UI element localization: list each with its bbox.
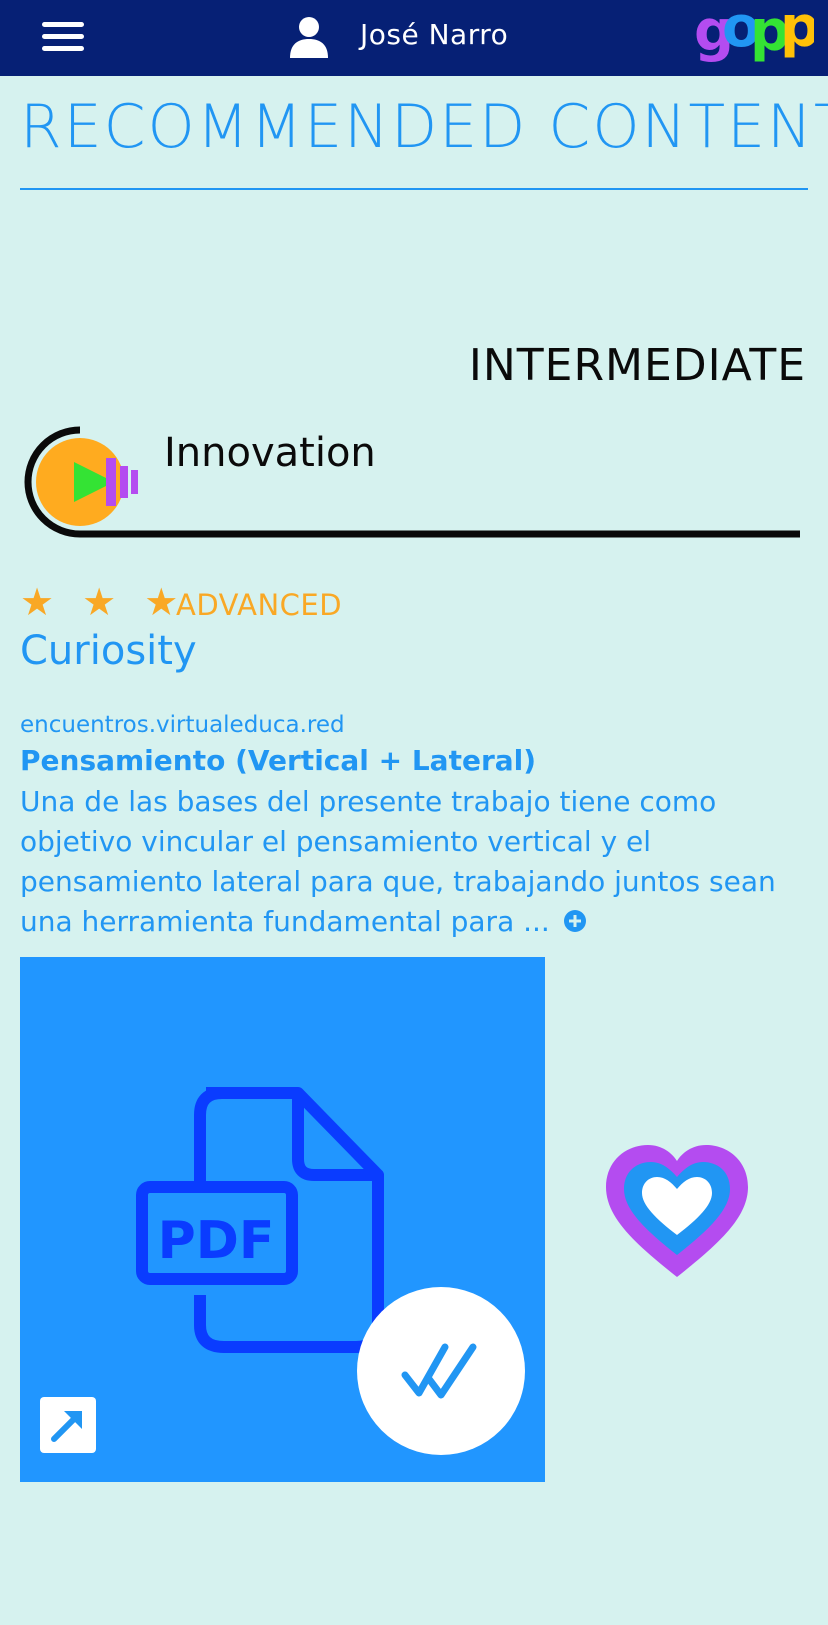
pdf-label: PDF [158, 1211, 275, 1271]
external-link-icon[interactable] [40, 1397, 96, 1453]
svg-text:p: p [780, 4, 814, 60]
content-source[interactable]: encuentros.virtualeduca.red [20, 712, 345, 738]
app-logo[interactable]: g o p p [694, 4, 814, 70]
description-text: Una de las bases del presente trabajo ti… [20, 785, 776, 938]
pdf-file-icon: PDF [136, 1087, 384, 1353]
sub-skill-name: Curiosity [20, 628, 197, 674]
skill-level-label: INTERMEDIATE [468, 340, 806, 391]
top-navigation-bar: José Narro g o p p [0, 0, 828, 76]
recommendation-level: ADVANCED [176, 588, 343, 622]
title-divider [20, 188, 808, 190]
user-icon [290, 17, 328, 58]
completion-status [357, 1287, 525, 1455]
content-card[interactable]: PDF [20, 957, 545, 1482]
content-description: Una de las bases del presente trabajo ti… [20, 782, 820, 942]
star-rating: ★ ★ ★ [20, 580, 187, 624]
user-name[interactable]: José Narro [360, 18, 508, 51]
skill-name: Innovation [164, 430, 376, 476]
hamburger-menu-icon[interactable] [42, 18, 86, 56]
heart-icon[interactable] [604, 1143, 750, 1279]
plus-circle-icon[interactable] [563, 909, 587, 933]
double-check-icon [401, 1343, 477, 1399]
skill-progress-graphic [24, 426, 800, 538]
content-title[interactable]: Pensamiento (Vertical + Lateral) [20, 744, 536, 777]
page-title: RECOMMENDED CONTENT [20, 92, 828, 162]
